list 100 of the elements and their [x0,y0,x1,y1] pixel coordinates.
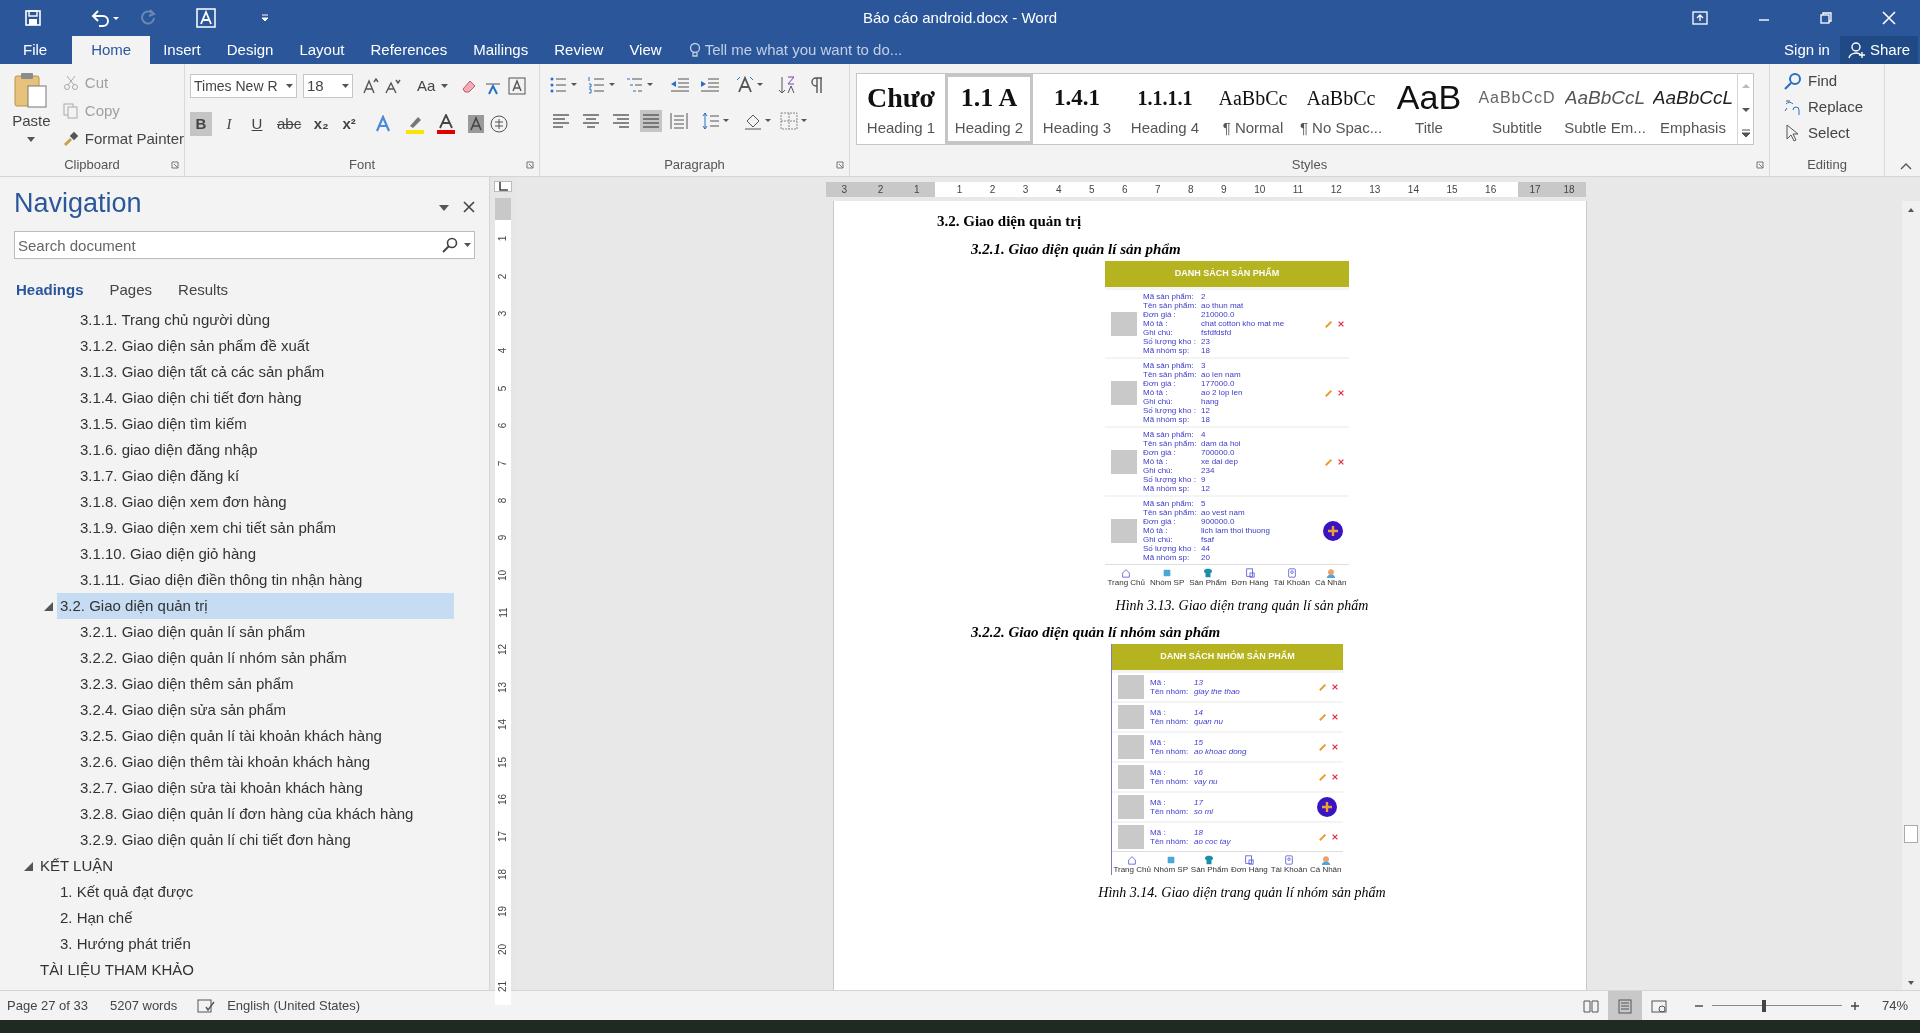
nav-tab-label[interactable]: Nhóm SP [1153,865,1188,874]
nav-tab-icon[interactable] [1286,568,1297,578]
paste-button[interactable]: Paste [6,64,57,154]
search-field[interactable]: Search document [14,231,475,259]
page-count[interactable]: Page 27 of 33 [7,995,88,1016]
collapse-ribbon-icon[interactable] [1900,162,1912,170]
change-case-button[interactable]: Aa [417,74,436,98]
heading-item[interactable]: 3.2.5. Giao diện quản lí tài khoản khách hàng [77,723,382,749]
vertical-scrollbar[interactable] [1902,201,1920,990]
nav-tab-icon[interactable] [1325,568,1336,578]
style-item[interactable]: 1.1 A Heading 2 [945,74,1033,144]
heading-item[interactable]: 3.1.1. Trang chủ người dùng [77,307,270,333]
line-spacing-icon[interactable] [702,112,730,130]
heading-item[interactable]: 3.1.7. Giao diện đăng kí [77,463,240,489]
pencil-icon[interactable] [1325,457,1333,466]
ribbon-tab[interactable]: References [357,36,461,64]
expanded-triangle-icon[interactable] [44,602,53,611]
heading-item[interactable]: 3.2.9. Giao diện quản lí chi tiết đơn hàng [77,827,351,853]
tab-stop-icon[interactable] [498,182,508,191]
close-icon[interactable] [463,201,475,213]
heading-item[interactable]: 3. Hướng phát triển [57,931,191,957]
heading-item[interactable]: 3.1.6. giao diện đăng nhập [77,437,258,463]
ribbon-display-options-icon[interactable] [1692,11,1708,25]
ribbon-tab[interactable]: Layout [286,36,358,64]
customize-dropdown-icon[interactable] [260,13,270,23]
ribbon-tab[interactable]: File [10,36,61,64]
text-effects-icon[interactable] [374,115,393,133]
delete-icon[interactable] [1337,319,1345,328]
replace-button[interactable]: Replace [1784,96,1864,118]
pencil-icon[interactable] [1319,683,1327,691]
nav-tab-label[interactable]: Nhóm SP [1150,578,1185,587]
style-item[interactable]: Chươ Heading 1 [857,74,945,144]
style-item[interactable]: AaBbCc ¶ No Spac... [1297,74,1385,144]
touch-mode-icon[interactable] [196,8,216,28]
pencil-icon[interactable] [1319,773,1327,781]
text-direction-icon[interactable] [736,76,764,94]
nav-tab-icon[interactable] [1320,855,1331,865]
delete-icon[interactable] [1331,773,1339,781]
delete-icon[interactable] [1331,683,1339,691]
pane-tab[interactable]: Pages [109,278,153,302]
pane-tab[interactable]: Results [178,278,229,302]
sort-icon[interactable] [778,76,796,94]
delete-icon[interactable] [1337,457,1345,466]
nav-tab-icon[interactable] [1121,568,1132,578]
nav-tab-label[interactable]: Sản Phẩm [1189,578,1227,587]
character-shading-icon[interactable] [468,115,485,133]
ribbon-tab[interactable]: View [616,36,675,64]
undo-icon[interactable] [90,9,120,27]
font-size-field[interactable]: 18 [303,74,353,98]
pencil-icon[interactable] [1325,319,1333,328]
nav-tab-icon[interactable] [1245,568,1255,578]
caret-icon[interactable] [464,243,471,247]
pencil-icon[interactable] [1319,743,1327,751]
style-item[interactable]: AaBbCcD Subtitle [1473,74,1561,144]
tell-me-field[interactable]: Tell me what you want to do... [704,38,965,62]
nav-tab-label[interactable]: Cá Nhân [1309,865,1342,874]
nav-tab-icon[interactable] [1165,855,1176,865]
grow-font-icon[interactable] [363,78,379,94]
ribbon-tab[interactable]: Home [72,36,151,64]
font-name-field[interactable]: Times New R [190,74,297,98]
nav-tab-icon[interactable] [1162,568,1173,578]
nav-tab-label[interactable]: Trang Chủ [1107,578,1145,587]
nav-tab-icon[interactable] [1202,568,1213,578]
bullet-list-icon[interactable] [550,76,578,94]
add-button-icon[interactable] [1317,797,1337,817]
show-formatting-marks-icon[interactable] [810,76,824,94]
heading-item[interactable]: 3.1.8. Giao diện xem đơn hàng [77,489,287,515]
heading-item[interactable]: 3.2.1. Giao diện quản lí sản phẩm [77,619,306,645]
caret-icon[interactable] [439,205,449,211]
character-border-icon[interactable] [508,77,527,95]
print-view-icon[interactable] [1607,990,1642,1021]
nav-tab-label[interactable]: Trang Chủ [1113,865,1151,874]
align-justify-icon[interactable] [640,110,662,132]
format-button[interactable]: B [190,112,212,136]
heading-item[interactable]: TÀI LIỆU THAM KHẢO [37,957,194,983]
nav-tab-icon[interactable] [1283,855,1294,865]
enclose-character-icon[interactable] [490,115,509,133]
pane-tab[interactable]: Headings [16,278,84,302]
add-button-icon[interactable] [1323,520,1343,541]
heading-item[interactable]: 1. Kết quả đạt được [57,879,194,905]
nav-tab-label[interactable]: Tài Khoản [1273,578,1310,587]
zoom-level[interactable]: 74% [1881,995,1908,1016]
heading-item[interactable]: 3.1.3. Giao diện tất cả các sản phẩm [77,359,325,385]
search-input[interactable]: Search document [18,233,442,257]
zoom-slider[interactable] [1711,999,1842,1012]
sign-in-link[interactable]: Sign in [1774,36,1840,64]
select-button[interactable]: Select [1784,122,1864,144]
heading-item[interactable]: 3.2.6. Giao diện thêm tài khoản khách hàng [77,749,371,775]
heading-item[interactable]: 3.1.9. Giao diện xem chi tiết sản phẩm [77,515,336,541]
heading-item[interactable]: 3.1.11. Giao diện điền thông tin nhận hàng [77,567,363,593]
pencil-icon[interactable] [1319,713,1327,721]
heading-item[interactable]: 3.2.3. Giao diện thêm sản phẩm [77,671,294,697]
style-item[interactable]: 1.4.1 Heading 3 [1033,74,1121,144]
pencil-icon[interactable] [1325,388,1333,397]
dialog-launcher-icon[interactable] [836,161,844,169]
restore-icon[interactable] [1820,12,1832,24]
nav-tab-label[interactable]: Sản Phẩm [1190,865,1229,874]
delete-icon[interactable] [1331,833,1339,841]
format-button[interactable]: I [218,112,240,136]
expanded-triangle-icon[interactable] [24,862,33,871]
